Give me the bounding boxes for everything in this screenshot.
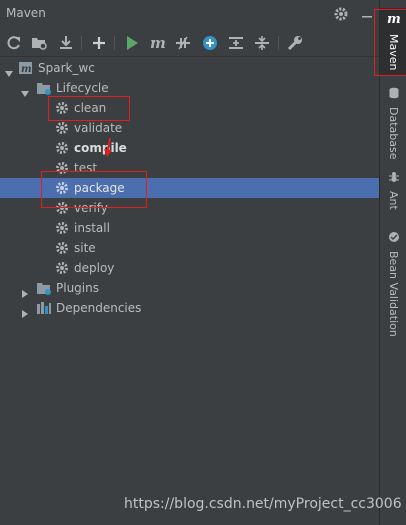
tree-node-goal-validate[interactable]: validate: [0, 118, 379, 138]
maven-project-icon: m: [18, 60, 34, 76]
gear-icon: [54, 240, 70, 256]
tab-database[interactable]: Database: [380, 84, 406, 160]
hide-icon[interactable]: [360, 8, 374, 22]
expand-icon[interactable]: [253, 34, 271, 52]
tool-window-title: Maven: [6, 6, 46, 20]
watermark-text: https://blog.csdn.net/myProject_cc3006: [124, 496, 402, 512]
run-icon[interactable]: [123, 34, 141, 52]
tree-node-goal-compile[interactable]: compile: [0, 138, 379, 158]
goal-label: compile: [74, 141, 127, 155]
gear-icon: [54, 120, 70, 136]
toolbar-separator: [81, 36, 82, 50]
gear-icon: [54, 260, 70, 276]
annotation-box-package: [41, 171, 147, 208]
tab-database-label: Database: [387, 107, 400, 160]
tree-node-lifecycle[interactable]: Lifecycle: [0, 78, 379, 98]
lifecycle-folder-icon: [36, 80, 52, 96]
collapse-icon[interactable]: [227, 34, 245, 52]
maven-m-icon[interactable]: m: [148, 34, 166, 52]
expanded-arrow-icon[interactable]: [21, 84, 29, 97]
goal-label: site: [74, 241, 96, 255]
download-icon[interactable]: [57, 34, 75, 52]
tree-node-dependencies[interactable]: Dependencies: [0, 298, 379, 318]
svg-text:m: m: [150, 34, 166, 52]
reimport-folder-icon[interactable]: [30, 34, 48, 52]
svg-text:m: m: [21, 64, 32, 75]
tab-bean-validation-label: Bean Validation: [387, 251, 400, 337]
gear-icon: [54, 220, 70, 236]
lifecycle-label: Lifecycle: [56, 81, 109, 95]
goal-label: validate: [74, 121, 123, 135]
tab-ant[interactable]: Ant: [380, 168, 406, 210]
tree-node-plugins[interactable]: Plugins: [0, 278, 379, 298]
goal-label: install: [74, 221, 110, 235]
gear-icon: [54, 140, 70, 156]
collapsed-arrow-icon[interactable]: [21, 304, 29, 318]
tree-node-goal-deploy[interactable]: deploy: [0, 258, 379, 278]
toolbar-separator: [278, 36, 279, 50]
lifecycle-icon[interactable]: [201, 34, 219, 52]
maven-toolbar: m: [0, 30, 379, 57]
dependencies-icon: [36, 300, 52, 316]
annotation-arrow-icon: [104, 137, 114, 158]
add-icon[interactable]: [90, 34, 108, 52]
collapsed-arrow-icon[interactable]: [21, 284, 29, 298]
tree-node-goal-install[interactable]: install: [0, 218, 379, 238]
tool-window-header: Maven: [0, 0, 379, 30]
maven-tool-window: Maven m m Spark_wc Lifecycle clean valid…: [0, 0, 379, 525]
tab-bean-validation[interactable]: Bean Validation: [380, 228, 406, 337]
toggle-offline-icon[interactable]: [174, 34, 192, 52]
plugins-folder-icon: [36, 280, 52, 296]
toolbar-separator: [114, 36, 115, 50]
wrench-icon[interactable]: [286, 34, 304, 52]
refresh-icon[interactable]: [5, 34, 23, 52]
project-label: Spark_wc: [38, 61, 95, 75]
tree-node-goal-site[interactable]: site: [0, 238, 379, 258]
dependencies-label: Dependencies: [56, 301, 142, 315]
tab-ant-label: Ant: [387, 191, 400, 210]
ant-icon: [388, 168, 400, 187]
expanded-arrow-icon[interactable]: [5, 64, 13, 77]
database-icon: [388, 84, 400, 103]
plugins-label: Plugins: [56, 281, 99, 295]
goal-label: deploy: [74, 261, 115, 275]
bean-validation-icon: [388, 228, 400, 247]
gear-icon[interactable]: [333, 6, 349, 22]
right-tool-strip: m Maven Database Ant Bean Validation: [374, 0, 406, 525]
annotation-box-maven-tab: [374, 9, 406, 76]
annotation-box-clean: [48, 96, 130, 121]
tree-node-project[interactable]: m Spark_wc: [0, 58, 379, 78]
